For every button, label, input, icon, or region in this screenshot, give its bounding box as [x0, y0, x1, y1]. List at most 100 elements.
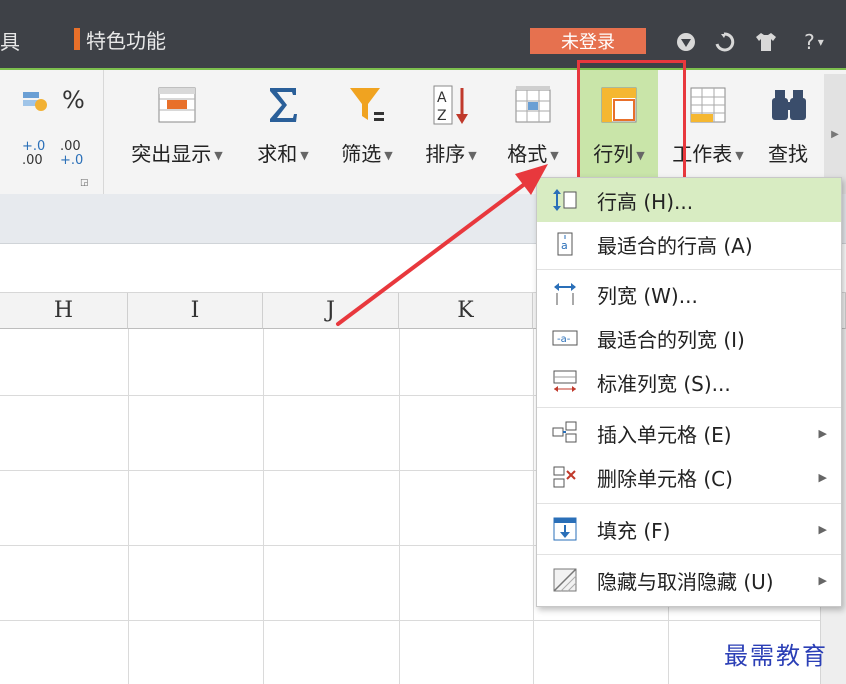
format-label: 格式 [507, 142, 548, 166]
svg-text:-a-: -a- [557, 334, 571, 345]
increase-decimal-top: +.0 [22, 139, 46, 154]
menu-tab-tools-partial[interactable]: 具 [0, 26, 20, 55]
help-label: ? [804, 30, 815, 54]
menu-item-row-height[interactable]: 行高 (H)... [537, 178, 841, 222]
feature-tab-label: 特色功能 [86, 28, 166, 53]
row-height-icon [551, 186, 579, 214]
menu-item-label: 填充 (F) [597, 518, 671, 543]
refresh-icon[interactable] [712, 30, 736, 54]
filter-label: 筛选 [341, 142, 382, 166]
submenu-arrow-icon: ▶ [818, 522, 827, 536]
menu-item-label: 列宽 (W)... [597, 283, 698, 308]
highlight-cells-icon [156, 84, 198, 126]
svg-text:A: A [437, 90, 447, 106]
menu-separator [537, 269, 841, 270]
find-label: 查找 [768, 142, 808, 166]
menu-item-fill[interactable]: 填充 (F) ▶ [537, 507, 841, 551]
column-header-h[interactable]: H [0, 293, 128, 329]
format-button[interactable]: 格式 ▼ [494, 70, 572, 194]
chevron-down-icon: ▾ [817, 35, 824, 49]
autofit-row-icon: a [551, 230, 579, 258]
insert-cells-icon [551, 419, 579, 447]
decrease-decimal-bottom: +.0 [60, 153, 84, 168]
svg-text:Z: Z [437, 108, 447, 124]
grid-line [263, 329, 264, 684]
shield-icon[interactable] [674, 30, 698, 54]
delete-cells-icon [551, 463, 579, 491]
chevron-down-icon: ▼ [735, 149, 744, 162]
feature-tab[interactable]: 特色功能 [74, 25, 166, 53]
menu-item-autofit-column-width[interactable]: -a- 最适合的列宽 (I) [537, 316, 841, 360]
menu-item-insert-cells[interactable]: 插入单元格 (E) ▶ [537, 411, 841, 455]
menu-item-label: 最适合的列宽 (I) [597, 327, 745, 352]
highlight-cells-label: 突出显示 [131, 142, 212, 166]
menu-item-delete-cells[interactable]: 删除单元格 (C) ▶ [537, 455, 841, 499]
menu-item-label: 标准列宽 (S)... [597, 371, 731, 396]
ribbon-scroll-right-button[interactable]: ▶ [824, 74, 846, 194]
menu-separator [537, 554, 841, 555]
row-column-dropdown-menu: 行高 (H)... a 最适合的行高 (A) 列宽 (W)... -a- 最适合… [536, 177, 842, 607]
standard-width-icon [551, 368, 579, 396]
grid-line [0, 620, 846, 621]
increase-decimal-bottom: .00 [22, 153, 43, 168]
grid-line [399, 329, 400, 684]
menu-separator [537, 407, 841, 408]
column-header-k[interactable]: K [399, 293, 533, 329]
binoculars-icon [769, 84, 811, 126]
submenu-arrow-icon: ▶ [818, 573, 827, 587]
submenu-arrow-icon: ▶ [818, 426, 827, 440]
sort-az-icon: A Z [430, 84, 472, 126]
chevron-down-icon: ▼ [384, 149, 393, 162]
menu-separator [537, 503, 841, 504]
grid-line [533, 329, 534, 684]
menu-item-label: 最适合的行高 (A) [597, 233, 753, 258]
chevron-down-icon: ▼ [550, 149, 559, 162]
chevron-down-icon: ▼ [300, 149, 309, 162]
svg-text:a: a [561, 239, 568, 252]
menu-item-label: 插入单元格 (E) [597, 422, 732, 447]
login-button[interactable]: 未登录 [530, 28, 646, 54]
grid-line [128, 329, 129, 684]
hide-unhide-icon [551, 566, 579, 594]
autofit-column-icon: -a- [551, 324, 579, 352]
menu-item-label: 隐藏与取消隐藏 (U) [597, 569, 774, 594]
format-grid-icon [512, 84, 554, 126]
column-header-i[interactable]: I [128, 293, 263, 329]
number-format-group: % +.0 .00 .00 +.0 ◲ [0, 70, 104, 194]
submenu-arrow-icon: ▶ [818, 470, 827, 484]
currency-format-icon[interactable] [22, 90, 48, 112]
sum-label: 求和 [257, 142, 298, 166]
sigma-icon [262, 84, 304, 126]
filter-button[interactable]: 筛选 ▼ [328, 70, 406, 194]
sort-button[interactable]: A Z 排序 ▼ [412, 70, 490, 194]
menu-item-label: 行高 (H)... [597, 189, 694, 214]
increase-decimal-button[interactable]: +.0 .00 [22, 140, 45, 168]
chevron-down-icon: ▼ [214, 149, 223, 162]
decrease-decimal-top: .00 [60, 139, 81, 154]
sort-label: 排序 [425, 142, 466, 166]
find-button[interactable]: 查找 [758, 70, 822, 194]
chevron-down-icon: ▼ [468, 149, 477, 162]
help-icon[interactable]: ? ▾ [796, 30, 832, 54]
menu-item-column-width[interactable]: 列宽 (W)... [537, 272, 841, 316]
highlight-cells-button[interactable]: 突出显示 ▼ [118, 70, 236, 194]
feature-accent-bar [74, 28, 80, 50]
menu-item-autofit-row-height[interactable]: a 最适合的行高 (A) [537, 222, 841, 266]
title-bar: 具 特色功能 未登录 ? ▾ [0, 0, 846, 68]
ribbon-toolbar: % +.0 .00 .00 +.0 ◲ 突出显示 ▼ 求和 ▼ 筛选 ▼ A Z… [0, 68, 846, 194]
menu-item-hide-unhide[interactable]: 隐藏与取消隐藏 (U) ▶ [537, 558, 841, 602]
dialog-launcher-icon[interactable]: ◲ [80, 178, 89, 188]
shirt-icon[interactable] [754, 30, 778, 54]
worksheet-icon [687, 84, 729, 126]
menu-item-standard-column-width[interactable]: 标准列宽 (S)... [537, 360, 841, 404]
menu-item-label: 删除单元格 (C) [597, 466, 733, 491]
fill-down-icon [551, 515, 579, 543]
watermark-text: 最需教育 [724, 642, 828, 670]
column-width-icon [551, 280, 579, 308]
highlight-box [577, 60, 686, 182]
percent-style-button[interactable]: % [62, 86, 85, 114]
decrease-decimal-button[interactable]: .00 +.0 [60, 140, 83, 168]
column-header-j[interactable]: J [263, 293, 399, 329]
filter-funnel-icon [346, 84, 388, 126]
sum-button[interactable]: 求和 ▼ [244, 70, 322, 194]
